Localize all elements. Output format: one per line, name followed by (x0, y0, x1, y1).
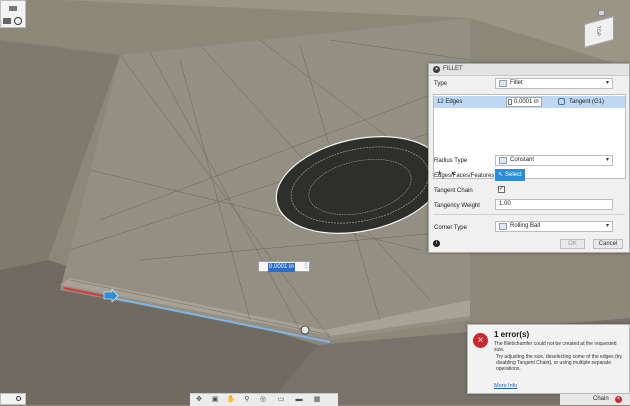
tangency-weight-label: Tangency Weight (434, 203, 480, 209)
corner-type-dropdown[interactable]: Rolling Ball ▾ (495, 221, 613, 232)
fit-icon[interactable]: ◎ (256, 395, 270, 405)
view-cube-label: TOP (595, 25, 602, 38)
info-icon[interactable]: i (433, 240, 440, 247)
fillet-dialog-header[interactable]: ● FILLET (429, 64, 629, 76)
error-title: 1 error(s) (494, 330, 530, 339)
radius-type-icon (499, 157, 507, 164)
browser-visibility-icon[interactable] (14, 17, 22, 25)
divider (433, 214, 625, 215)
browser-toggle-icon[interactable] (9, 6, 17, 11)
chain-label: Chain (593, 396, 609, 402)
radius-value[interactable]: 0.0001 in (514, 98, 539, 106)
radius-type-value: Constant (510, 157, 535, 163)
cursor-icon: ↖ (498, 172, 504, 178)
selection-filter-chip[interactable]: Chain × (560, 394, 630, 405)
chevron-down-icon: ▾ (605, 157, 609, 163)
error-toast: × 1 error(s) The fillet/chamfer could no… (467, 324, 630, 394)
close-icon[interactable]: × (615, 396, 622, 403)
visual-style-icon[interactable]: ▬ (292, 395, 306, 405)
type-dropdown[interactable]: Fillet ▾ (495, 78, 613, 89)
ok-button[interactable]: OK (560, 239, 585, 249)
grid-icon[interactable]: ▦ (310, 395, 324, 405)
edges-count: 12 Edges (437, 99, 463, 105)
radius-inline-value[interactable]: 0.0001 in (268, 263, 295, 272)
bottom-left-widget[interactable] (0, 393, 26, 405)
tangency-weight-value[interactable]: 1.00 (499, 201, 511, 207)
cancel-label: Cancel (598, 241, 618, 247)
continuity-icon (558, 98, 565, 105)
corner-type-label: Corner Type (434, 225, 467, 231)
chevron-down-icon: ▾ (605, 223, 609, 229)
corner-type-value: Rolling Ball (510, 223, 541, 229)
select-button[interactable]: ↖ Select (495, 169, 525, 181)
orbit-icon[interactable]: ✥ (192, 395, 206, 405)
look-at-icon[interactable]: ▣ (208, 395, 222, 405)
radius-type-dropdown[interactable]: Constant ▾ (495, 155, 613, 166)
tangency-weight-input[interactable]: 1.00 (495, 199, 613, 210)
continuity-value[interactable]: Tangent (G1) (569, 96, 604, 108)
type-label: Type (434, 81, 448, 87)
navigation-toolbar: ✥ ▣ ✋ ⚲ ◎ ▭ ▬ ▦ (190, 393, 338, 406)
tangent-chain-checkbox[interactable]: ✓ (498, 186, 505, 193)
settings-icon[interactable] (16, 396, 21, 401)
error-message-2: Try adjusting the size, deselecting some… (496, 354, 623, 372)
rolling-ball-icon (499, 223, 507, 230)
select-label: Select (505, 172, 522, 178)
fillet-dialog: ● FILLET Type Fillet ▾ 12 Edges 0.0001 i… (428, 63, 630, 253)
radius-icon (508, 99, 512, 105)
ok-label: OK (568, 241, 577, 247)
pan-icon[interactable]: ✋ (224, 395, 238, 405)
top-left-widget[interactable] (0, 0, 26, 28)
fillet-type-icon (499, 80, 507, 87)
display-settings-icon[interactable]: ▭ (274, 395, 288, 405)
edges-table: 12 Edges 0.0001 in Tangent (G1) + × (433, 94, 626, 179)
chevron-down-icon: ▾ (605, 80, 609, 86)
inline-menu-icon[interactable]: ⋮ (303, 262, 309, 271)
radius-inline-input[interactable]: 0.0001 in ⋮ (258, 261, 310, 272)
tangent-chain-label: Tangent Chain (434, 188, 473, 194)
error-icon: × (473, 333, 488, 348)
browser-item-icon[interactable] (3, 18, 11, 24)
edges-faces-label: Edges/Faces/Features (434, 173, 495, 179)
type-value: Fillet (510, 80, 523, 86)
zoom-icon[interactable]: ⚲ (240, 395, 254, 405)
collapse-icon[interactable]: ● (433, 66, 440, 73)
fillet-dialog-title: FILLET (443, 66, 463, 72)
edges-selection-row[interactable]: 12 Edges 0.0001 in Tangent (G1) (434, 96, 625, 108)
more-info-link[interactable]: More Info (494, 383, 517, 389)
edge-handle[interactable] (300, 325, 310, 335)
radius-type-label: Radius Type (434, 158, 468, 164)
radius-field[interactable]: 0.0001 in (506, 97, 542, 107)
cancel-button[interactable]: Cancel (593, 239, 623, 249)
error-message-1: The fillet/chamfer could not be created … (494, 341, 617, 353)
home-icon[interactable] (598, 10, 605, 16)
